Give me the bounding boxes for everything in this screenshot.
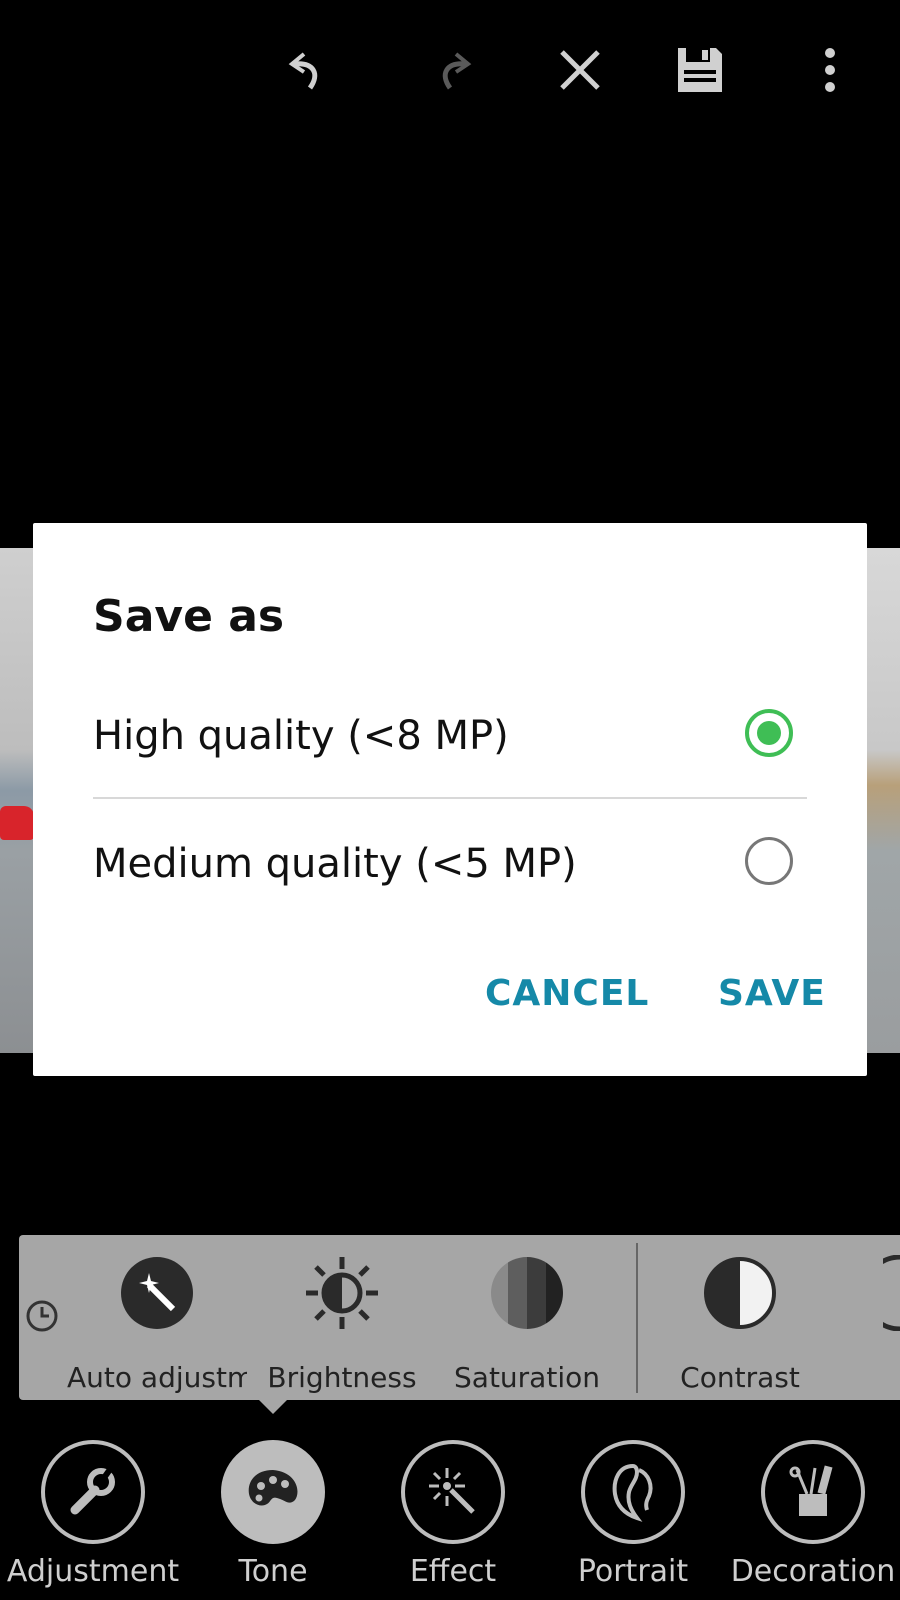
nav-tone-label: Tone [238, 1554, 308, 1589]
radio-medium-quality[interactable] [745, 837, 793, 885]
tool-brightness[interactable]: Brightness [252, 1255, 432, 1394]
brightness-icon [306, 1257, 378, 1329]
red-car-in-photo [0, 806, 34, 840]
magic-wand-icon [121, 1257, 193, 1329]
more-vert-icon [825, 48, 835, 92]
tool-saturation[interactable]: Saturation [437, 1255, 617, 1394]
option-medium-quality-label: Medium quality (<5 MP) [93, 841, 577, 887]
redo-icon [442, 52, 472, 90]
tool-brightness-label: Brightness [267, 1361, 417, 1394]
undo-icon [288, 52, 318, 90]
panel-pointer [259, 1400, 287, 1414]
tool-contrast-label: Contrast [680, 1361, 800, 1394]
radio-high-quality[interactable] [745, 709, 793, 757]
history-icon[interactable] [25, 1299, 59, 1333]
top-toolbar [0, 0, 900, 140]
nav-portrait-label: Portrait [577, 1554, 689, 1589]
redo-button[interactable] [420, 40, 480, 100]
nav-tone[interactable]: Tone [183, 1440, 363, 1589]
contrast-icon [704, 1257, 776, 1329]
option-divider [93, 797, 807, 799]
nav-effect[interactable]: Effect [363, 1440, 543, 1589]
tool-auto-adjust[interactable]: Auto adjustm [67, 1255, 247, 1394]
nav-decoration[interactable]: Decoration [723, 1440, 900, 1589]
nav-effect-label: Effect [409, 1554, 497, 1589]
save-toolbar-button[interactable] [670, 40, 730, 100]
tool-contrast[interactable]: Contrast [650, 1255, 830, 1394]
wrench-icon [70, 1466, 115, 1515]
option-medium-quality[interactable]: Medium quality (<5 MP) [93, 801, 807, 929]
magic-sparkle-icon [429, 1468, 475, 1514]
nav-portrait[interactable]: Portrait [543, 1440, 723, 1589]
nav-decoration-label: Decoration [730, 1554, 896, 1589]
scissors-cup-icon [789, 1465, 833, 1516]
face-profile-icon [612, 1463, 653, 1522]
undo-button[interactable] [280, 40, 340, 100]
tone-tools-panel: Auto adjustm Brightness Saturation Contr… [19, 1235, 900, 1400]
saturation-icon [491, 1257, 563, 1329]
tool-saturation-label: Saturation [454, 1361, 600, 1394]
option-high-quality-label: High quality (<8 MP) [93, 713, 509, 759]
next-tool-partial-icon [883, 1255, 900, 1331]
close-button[interactable] [550, 40, 610, 100]
dialog-title: Save as [93, 591, 285, 642]
more-options-button[interactable] [800, 40, 860, 100]
cancel-button[interactable]: CANCEL [485, 973, 649, 1014]
close-icon [560, 50, 600, 90]
palette-icon [248, 1470, 298, 1506]
save-as-dialog: Save as High quality (<8 MP) Medium qual… [33, 523, 867, 1076]
save-button[interactable]: SAVE [718, 973, 826, 1014]
tool-auto-adjust-label: Auto adjustm [67, 1361, 247, 1394]
nav-adjustment[interactable]: Adjustment [3, 1440, 183, 1589]
bottom-navigation: Adjustment Tone Effect Portrait Decorati… [0, 1430, 900, 1600]
tool-separator [636, 1243, 638, 1393]
nav-adjustment-label: Adjustment [6, 1554, 180, 1589]
save-icon [678, 48, 722, 92]
option-high-quality[interactable]: High quality (<8 MP) [93, 673, 807, 801]
